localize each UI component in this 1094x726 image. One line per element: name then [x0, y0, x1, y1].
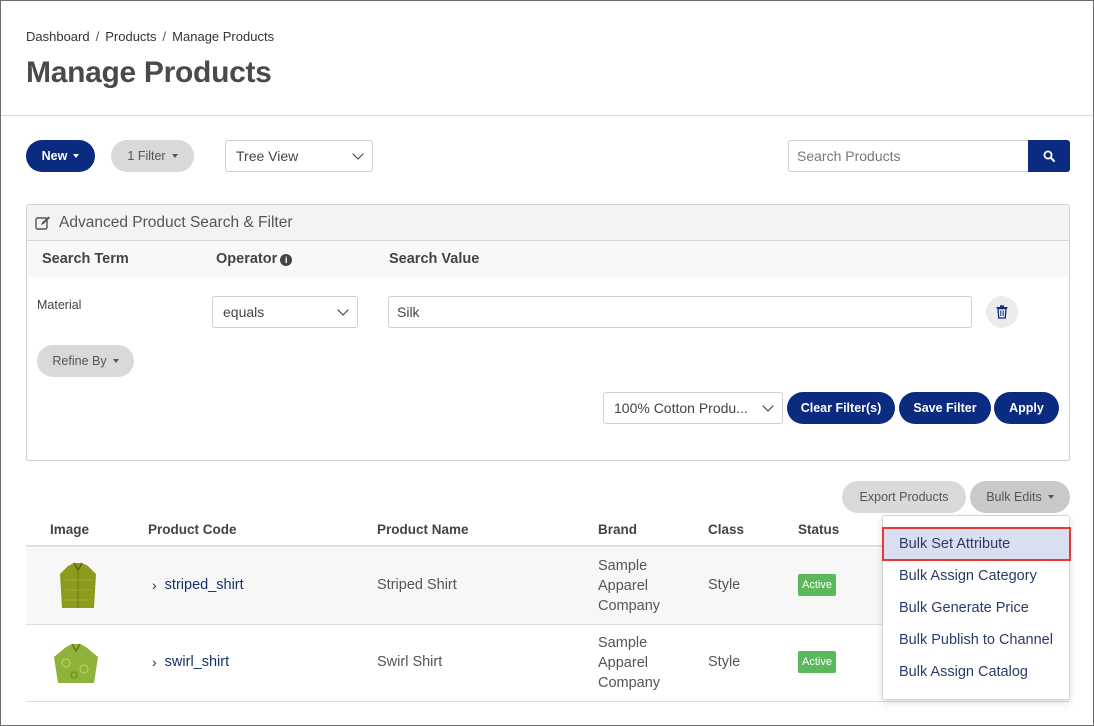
- new-button-label: New: [41, 149, 68, 163]
- breadcrumb-current: Manage Products: [172, 29, 275, 44]
- caret-down-icon: [112, 359, 119, 363]
- product-name: Swirl Shirt: [377, 654, 443, 670]
- info-icon[interactable]: i: [280, 254, 293, 266]
- apply-button[interactable]: Apply: [994, 392, 1059, 424]
- header-product-code: Product Code: [148, 522, 237, 537]
- product-thumbnail: [60, 562, 96, 608]
- header-status: Status: [798, 522, 840, 537]
- status-badge: Active: [798, 651, 836, 673]
- chevron-down-icon: [352, 148, 364, 160]
- delete-row-button[interactable]: [986, 296, 1018, 328]
- brand-line: Sample: [598, 635, 648, 651]
- col-search-term: Search Term: [42, 251, 129, 267]
- advanced-search-header: Advanced Product Search & Filter: [27, 205, 1069, 241]
- save-filter-label: Save Filter: [913, 401, 977, 415]
- product-code-link[interactable]: › striped_shirt: [152, 577, 244, 593]
- clear-filters-label: Clear Filter(s): [800, 401, 882, 415]
- export-products-label: Export Products: [859, 490, 949, 504]
- chevron-down-icon: [762, 400, 774, 412]
- brand-line: Company: [598, 675, 661, 691]
- brand-line: Apparel: [598, 578, 648, 594]
- breadcrumb-products[interactable]: Products: [105, 29, 156, 44]
- product-thumbnail: [54, 643, 98, 683]
- trash-icon: [996, 305, 1008, 319]
- save-filter-button[interactable]: Save Filter: [899, 392, 991, 424]
- col-operator-label: Operator: [216, 251, 278, 267]
- menu-item-bulk-set-attribute[interactable]: Bulk Set Attribute: [899, 536, 1010, 552]
- caret-down-icon: [1047, 495, 1054, 499]
- search-icon: [1043, 150, 1055, 162]
- product-code: striped_shirt: [164, 577, 244, 593]
- bulk-edits-button[interactable]: Bulk Edits: [970, 481, 1070, 513]
- bulk-edits-menu: Bulk Set Attribute Bulk Assign Category …: [882, 515, 1071, 700]
- operator-select[interactable]: equals: [212, 296, 358, 328]
- chevron-down-icon: [337, 304, 349, 316]
- col-operator: Operator i: [216, 251, 293, 267]
- chevron-right-icon[interactable]: ›: [152, 654, 157, 670]
- edit-icon: [35, 216, 50, 230]
- product-brand: Sample Apparel Company: [598, 633, 660, 693]
- saved-filter-value: 100% Cotton Produ...: [614, 400, 748, 416]
- clear-filters-button[interactable]: Clear Filter(s): [787, 392, 895, 424]
- header-brand: Brand: [598, 522, 638, 537]
- advanced-search-columns: Search Term Operator i Search Value: [27, 241, 1069, 277]
- view-select-value: Tree View: [236, 148, 299, 164]
- breadcrumb-separator: /: [95, 29, 100, 44]
- header-class: Class: [708, 522, 745, 537]
- chevron-right-icon[interactable]: ›: [152, 577, 157, 593]
- filter-button-label: 1 Filter: [127, 149, 166, 163]
- apply-label: Apply: [1009, 401, 1044, 415]
- product-code: swirl_shirt: [164, 654, 230, 670]
- menu-item-bulk-assign-category[interactable]: Bulk Assign Category: [899, 568, 1037, 584]
- export-products-button[interactable]: Export Products: [842, 481, 966, 513]
- caret-down-icon: [171, 154, 178, 158]
- product-class: Style: [708, 577, 741, 593]
- advanced-search-title: Advanced Product Search & Filter: [59, 213, 293, 231]
- product-code-link[interactable]: › swirl_shirt: [152, 654, 229, 670]
- refine-by-label: Refine By: [52, 354, 107, 368]
- refine-by-button[interactable]: Refine By: [37, 345, 134, 377]
- search-term-value: Material: [37, 298, 82, 312]
- menu-item-bulk-publish-to-channel[interactable]: Bulk Publish to Channel: [899, 632, 1053, 648]
- brand-line: Company: [598, 598, 661, 614]
- filter-button[interactable]: 1 Filter: [111, 140, 194, 172]
- col-search-value: Search Value: [389, 251, 480, 267]
- product-class: Style: [708, 654, 741, 670]
- status-badge: Active: [798, 574, 836, 596]
- brand-line: Apparel: [598, 655, 648, 671]
- menu-item-bulk-generate-price[interactable]: Bulk Generate Price: [899, 600, 1029, 616]
- view-select[interactable]: Tree View: [225, 140, 373, 172]
- search-input[interactable]: [788, 140, 1028, 172]
- header-product-name: Product Name: [377, 522, 469, 537]
- product-name: Striped Shirt: [377, 577, 457, 593]
- advanced-search-panel: Advanced Product Search & Filter Search …: [26, 204, 1070, 461]
- operator-select-value: equals: [223, 304, 265, 320]
- bulk-edits-label: Bulk Edits: [986, 490, 1042, 504]
- search-value-input[interactable]: [388, 296, 972, 328]
- page-title: Manage Products: [26, 56, 272, 89]
- breadcrumb-separator: /: [162, 29, 167, 44]
- search-button[interactable]: [1028, 140, 1070, 172]
- breadcrumb-dashboard[interactable]: Dashboard: [26, 29, 90, 44]
- caret-down-icon: [73, 154, 80, 158]
- header-image: Image: [50, 522, 90, 537]
- brand-line: Sample: [598, 558, 648, 574]
- menu-item-bulk-assign-catalog[interactable]: Bulk Assign Catalog: [899, 664, 1028, 680]
- saved-filter-select[interactable]: 100% Cotton Produ...: [603, 392, 783, 424]
- header-divider: [1, 115, 1093, 116]
- breadcrumb: Dashboard / Products / Manage Products: [26, 29, 274, 44]
- product-brand: Sample Apparel Company: [598, 556, 660, 616]
- new-button[interactable]: New: [26, 140, 95, 172]
